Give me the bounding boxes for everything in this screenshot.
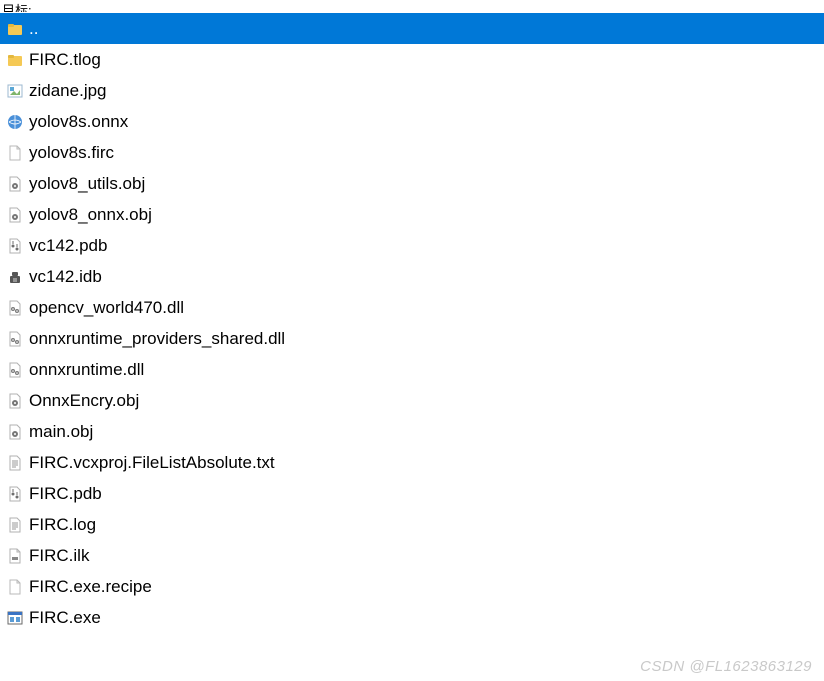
file-row[interactable]: zidane.jpg (0, 75, 824, 106)
file-row[interactable]: FIRC.ilk (0, 540, 824, 571)
file-name: yolov8_utils.obj (29, 175, 145, 192)
file-row[interactable]: yolov8_onnx.obj (0, 199, 824, 230)
dll-file-icon (6, 361, 24, 379)
file-name: OnnxEncry.obj (29, 392, 139, 409)
file-list: .. FIRC.tlog zidane.jpg yolov8s.onnx yolov8s… (0, 12, 824, 633)
file-row[interactable]: FIRC.pdb (0, 478, 824, 509)
file-row[interactable]: vc142.pdb (0, 230, 824, 261)
file-name: opencv_world470.dll (29, 299, 184, 316)
obj-file-icon (6, 392, 24, 410)
file-row[interactable]: main.obj (0, 416, 824, 447)
file-name: FIRC.exe.recipe (29, 578, 152, 595)
dll-file-icon (6, 299, 24, 317)
file-name: onnxruntime_providers_shared.dll (29, 330, 285, 347)
txt-file-icon (6, 516, 24, 534)
file-row[interactable]: onnxruntime_providers_shared.dll (0, 323, 824, 354)
blank-file-icon (6, 578, 24, 596)
file-name: FIRC.tlog (29, 51, 101, 68)
file-row[interactable]: .. (0, 13, 824, 44)
file-name: yolov8s.onnx (29, 113, 128, 130)
file-row[interactable]: FIRC.log (0, 509, 824, 540)
file-name: FIRC.vcxproj.FileListAbsolute.txt (29, 454, 275, 471)
folder-icon (6, 51, 24, 69)
file-name: .. (29, 20, 38, 37)
folder-up-icon (6, 20, 24, 38)
file-row[interactable]: FIRC.exe.recipe (0, 571, 824, 602)
file-row[interactable]: opencv_world470.dll (0, 292, 824, 323)
header-label: 目标: (0, 0, 824, 12)
image-icon (6, 82, 24, 100)
file-row[interactable]: onnxruntime.dll (0, 354, 824, 385)
file-row[interactable]: FIRC.exe (0, 602, 824, 633)
file-row[interactable]: yolov8s.firc (0, 137, 824, 168)
ilk-file-icon (6, 547, 24, 565)
globe-icon (6, 113, 24, 131)
file-name: FIRC.exe (29, 609, 101, 626)
file-name: FIRC.pdb (29, 485, 102, 502)
exe-file-icon (6, 609, 24, 627)
file-row[interactable]: yolov8_utils.obj (0, 168, 824, 199)
file-name: main.obj (29, 423, 93, 440)
obj-file-icon (6, 175, 24, 193)
idb-file-icon (6, 268, 24, 286)
file-row[interactable]: FIRC.vcxproj.FileListAbsolute.txt (0, 447, 824, 478)
file-row[interactable]: vc142.idb (0, 261, 824, 292)
file-name: onnxruntime.dll (29, 361, 144, 378)
file-name: FIRC.ilk (29, 547, 89, 564)
obj-file-icon (6, 423, 24, 441)
pdb-file-icon (6, 237, 24, 255)
file-name: yolov8_onnx.obj (29, 206, 152, 223)
dll-file-icon (6, 330, 24, 348)
file-name: yolov8s.firc (29, 144, 114, 161)
pdb-file-icon (6, 485, 24, 503)
obj-file-icon (6, 206, 24, 224)
file-row[interactable]: FIRC.tlog (0, 44, 824, 75)
file-name: zidane.jpg (29, 82, 107, 99)
file-row[interactable]: yolov8s.onnx (0, 106, 824, 137)
blank-file-icon (6, 144, 24, 162)
file-row[interactable]: OnnxEncry.obj (0, 385, 824, 416)
file-name: FIRC.log (29, 516, 96, 533)
watermark-text: CSDN @FL1623863129 (640, 658, 812, 675)
file-name: vc142.pdb (29, 237, 107, 254)
txt-file-icon (6, 454, 24, 472)
file-name: vc142.idb (29, 268, 102, 285)
